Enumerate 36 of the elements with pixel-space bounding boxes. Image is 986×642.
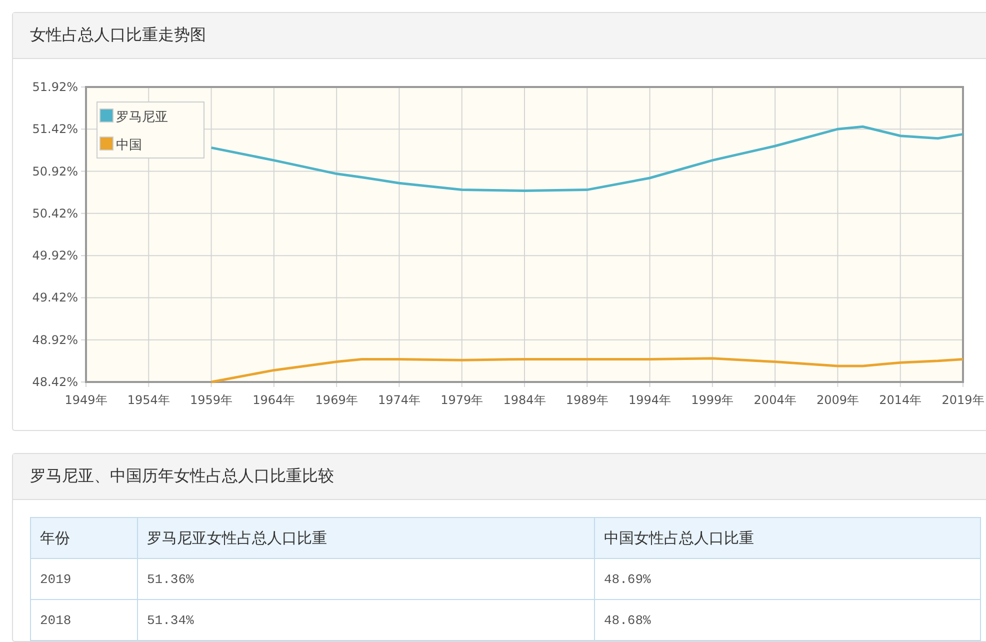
y-axis-label: 51.42% — [32, 122, 78, 136]
table-cell: 2018 — [30, 600, 138, 640]
y-axis-label: 51.92% — [32, 80, 78, 94]
legend-label: 中国 — [116, 138, 142, 153]
y-axis-label: 50.92% — [32, 164, 78, 178]
x-axis-label: 1989年 — [566, 393, 608, 407]
x-axis-label: 2009年 — [816, 393, 859, 407]
panel-title: 女性占总人口比重走势图 — [30, 25, 206, 46]
x-axis-label: 1979年 — [440, 393, 484, 407]
x-axis-label: 1959年 — [190, 393, 233, 407]
x-axis-label: 1954年 — [127, 393, 170, 407]
x-axis-label: 1984年 — [503, 393, 546, 407]
column-header: 中国女性占总人口比重 — [594, 518, 980, 558]
x-axis-label: 2019年 — [942, 393, 984, 407]
y-axis-label: 49.42% — [32, 290, 78, 305]
column-header: 年份 — [30, 518, 138, 558]
y-axis-label: 48.92% — [32, 332, 78, 347]
table-cell: 51.36% — [138, 558, 594, 600]
x-axis-label: 1949年 — [64, 393, 108, 407]
panel-title: 罗马尼亚、中国历年女性占总人口比重比较 — [30, 466, 334, 487]
x-axis-label: 2014年 — [879, 393, 922, 407]
x-axis-label: 1969年 — [315, 393, 358, 407]
x-axis-label: 1964年 — [252, 393, 296, 407]
table-cell: 48.69% — [594, 558, 980, 600]
x-axis-label: 2004年 — [754, 393, 796, 407]
y-axis-label: 50.42% — [32, 206, 78, 220]
table-cell: 2019 — [30, 558, 138, 600]
table-cell: 48.68% — [594, 600, 980, 640]
x-axis-label: 1994年 — [628, 393, 672, 407]
x-axis-label: 1999年 — [691, 393, 734, 407]
y-axis-label: 49.92% — [32, 248, 78, 263]
legend-label: 罗马尼亚 — [116, 110, 168, 125]
column-header: 罗马尼亚女性占总人口比重 — [138, 518, 594, 558]
y-axis-label: 48.42% — [32, 375, 78, 389]
x-axis-label: 1974年 — [378, 393, 420, 407]
table-cell: 51.34% — [138, 600, 594, 640]
